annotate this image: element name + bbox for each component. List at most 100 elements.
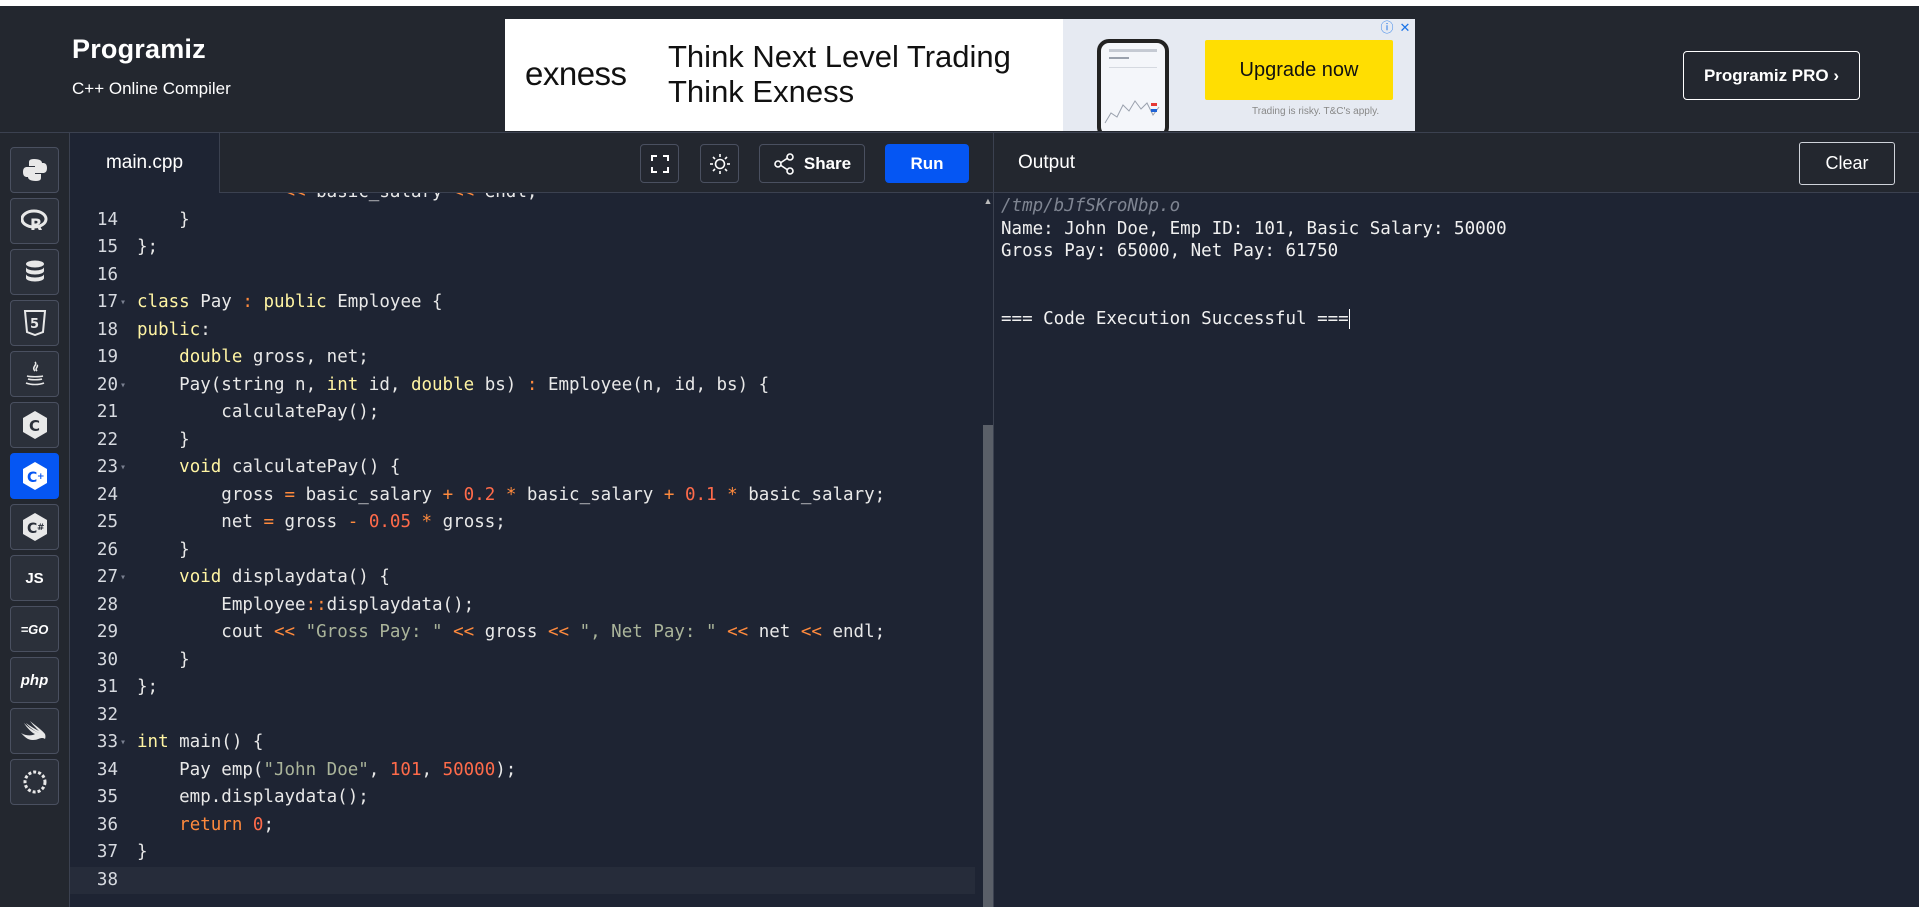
ad-headline-line2: Think Exness	[668, 74, 855, 109]
ad-brand: exness	[525, 55, 627, 92]
output-console[interactable]: /tmp/bJfSKroNbp.o Name: John Doe, Emp ID…	[993, 193, 1919, 907]
theme-toggle-button[interactable]	[700, 144, 739, 183]
tab-main-cpp[interactable]: main.cpp	[70, 133, 220, 193]
code-line[interactable]: 24 gross = basic_salary + 0.2 * basic_sa…	[70, 482, 975, 510]
scroll-up-arrow-icon[interactable]: ▲	[983, 196, 993, 206]
code-line[interactable]: " << basic_salary << endl;	[70, 193, 975, 207]
java-language-button[interactable]	[10, 351, 59, 397]
execution-status: === Code Execution Successful ===	[1001, 309, 1350, 329]
code-text: }	[137, 649, 190, 670]
output-line: Name: John Doe, Emp ID: 101, Basic Salar…	[1001, 219, 1507, 239]
php-icon: php	[20, 671, 49, 689]
line-number: 17	[96, 292, 118, 312]
rust-icon	[23, 770, 46, 794]
code-line[interactable]: 21 calculatePay();	[70, 399, 975, 427]
code-line[interactable]: 34 Pay emp("John Doe", 101, 50000);	[70, 757, 975, 785]
code-line[interactable]: 37}	[70, 839, 975, 867]
line-number: 15	[96, 237, 118, 257]
ad-info-icon[interactable]: ⓘ	[1379, 20, 1395, 36]
ad-headline: Think Next Level Trading Think Exness	[668, 39, 1011, 109]
js-icon: JS	[25, 569, 44, 587]
code-line[interactable]: 31};	[70, 674, 975, 702]
code-line[interactable]: 25 net = gross - 0.05 * gross;	[70, 509, 975, 537]
line-number: 30	[96, 649, 118, 670]
html-language-button[interactable]: 5	[10, 300, 59, 346]
c-language-button[interactable]: C	[10, 402, 59, 448]
code-line[interactable]: 18 public:	[70, 317, 975, 345]
csharp-language-button[interactable]: C #	[10, 504, 59, 550]
language-sidebar: R 5 C C + C # JS =GO php	[0, 133, 70, 907]
text-caret	[1348, 309, 1350, 329]
line-number: 32	[96, 704, 118, 725]
line-number: 37	[96, 842, 118, 862]
code-line[interactable]: 20 ▾ Pay(string n, int id, double bs) : E…	[70, 372, 975, 400]
code-line[interactable]: 29 cout << "Gross Pay: " << gross << ", …	[70, 619, 975, 647]
programiz-pro-button[interactable]: Programiz PRO ›	[1683, 51, 1860, 100]
code-line[interactable]: 38	[70, 866, 975, 894]
javascript-language-button[interactable]: JS	[10, 555, 59, 601]
line-number: 25	[96, 512, 118, 532]
database-icon	[25, 260, 44, 282]
fold-arrow-icon[interactable]: ▾	[120, 564, 126, 592]
code-text: int main() {	[137, 732, 264, 752]
code-line[interactable]: 32	[70, 702, 975, 730]
code-text: void displaydata() {	[179, 567, 390, 587]
svg-text:5: 5	[30, 317, 39, 332]
code-line[interactable]: 14 }	[70, 207, 975, 235]
code-editor[interactable]: " << basic_salary << endl;14 }15};1617▾c…	[70, 193, 983, 907]
sql-language-button[interactable]	[10, 249, 59, 295]
code-line[interactable]: 28 Employee::displaydata();	[70, 592, 975, 620]
fold-arrow-icon[interactable]: ▾	[120, 289, 126, 317]
advertisement-banner[interactable]: exness Think Next Level Trading Think Ex…	[505, 19, 1415, 131]
editor-toolbar: main.cpp Share Run	[70, 133, 993, 193]
code-line[interactable]: 30 }	[70, 647, 975, 675]
html5-icon: 5	[23, 310, 46, 336]
code-line[interactable]: 35 emp.displaydata();	[70, 784, 975, 812]
code-line[interactable]: 36 return 0;	[70, 812, 975, 840]
fold-arrow-icon[interactable]: ▾	[120, 729, 126, 757]
clear-button[interactable]: Clear	[1799, 142, 1895, 185]
ad-close-icon[interactable]: ✕	[1397, 20, 1413, 36]
fold-arrow-icon[interactable]: ▾	[120, 372, 126, 400]
fullscreen-icon	[650, 154, 669, 173]
code-line[interactable]: 15};	[70, 234, 975, 262]
ad-upgrade-button[interactable]: Upgrade now	[1205, 40, 1393, 100]
svg-text:C: C	[29, 417, 40, 435]
code-line[interactable]: 19 double gross, net;	[70, 344, 975, 372]
code-text: return 0;	[179, 814, 275, 835]
code-text: };	[137, 677, 159, 697]
code-line[interactable]: 23 ▾ void calculatePay() {	[70, 454, 975, 482]
c-icon: C	[22, 411, 47, 439]
run-button[interactable]: Run	[885, 144, 969, 183]
swift-language-button[interactable]	[10, 708, 59, 754]
code-text: };	[137, 237, 159, 257]
php-language-button[interactable]: php	[10, 657, 59, 703]
go-language-button[interactable]: =GO	[10, 606, 59, 652]
code-text: class Pay : public Employee {	[137, 292, 443, 312]
code-line[interactable]: 17 ▾ class Pay : public Employee {	[70, 289, 975, 317]
fullscreen-button[interactable]	[640, 144, 679, 183]
code-line[interactable]: 27 ▾ void displaydata() {	[70, 564, 975, 592]
code-text: Pay(string n, int id, double bs) : Emplo…	[137, 374, 770, 395]
fold-arrow-icon[interactable]: ▾	[120, 454, 126, 482]
code-text: cout << "Gross Pay: " << gross << ", Net…	[137, 622, 886, 642]
ad-headline-line1: Think Next Level Trading	[668, 39, 1011, 74]
python-language-button[interactable]	[10, 147, 59, 193]
cpp-language-button[interactable]: C +	[10, 453, 59, 499]
rust-language-button[interactable]	[10, 759, 59, 805]
code-line[interactable]: 22 }	[70, 427, 975, 455]
code-line[interactable]: 26 }	[70, 537, 975, 565]
code-line[interactable]: 16	[70, 262, 975, 290]
editor-scrollbar-thumb[interactable]	[983, 425, 993, 907]
share-button[interactable]: Share	[759, 144, 865, 183]
output-binary-path: /tmp/bJfSKroNbp.o	[1001, 196, 1181, 216]
line-number: 26	[96, 539, 118, 560]
code-line[interactable]: 33 ▾ int main() {	[70, 729, 975, 757]
line-number: 29	[96, 622, 118, 642]
code-text: }	[137, 539, 190, 560]
line-number: 14	[96, 209, 118, 230]
cpp-icon: C +	[22, 462, 47, 490]
r-language-button[interactable]: R	[10, 198, 59, 244]
programiz-logo[interactable]: Programiz C++ Online Compiler	[72, 34, 231, 99]
r-icon: R	[20, 209, 47, 233]
